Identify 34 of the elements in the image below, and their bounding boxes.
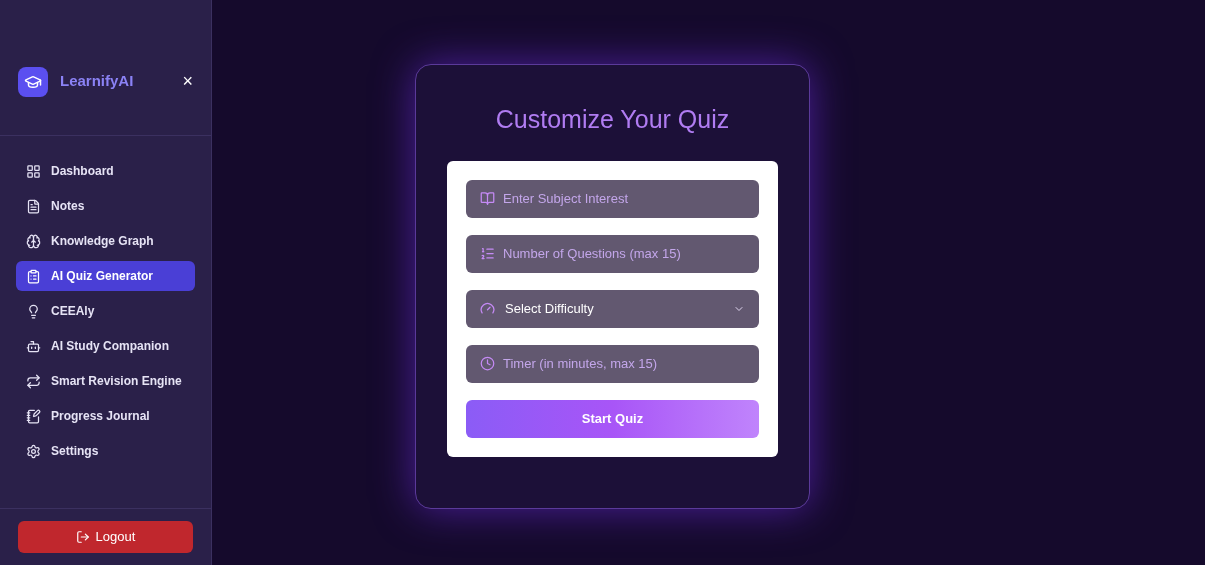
nav-item[interactable]: Progress Journal — [16, 401, 195, 431]
brain-icon — [26, 233, 41, 249]
logout-label: Logout — [95, 528, 136, 547]
settings-icon — [26, 443, 41, 459]
list-icon — [480, 246, 495, 261]
input-field[interactable]: Number of Questions (max 15) — [466, 234, 759, 273]
input-field[interactable]: Timer (in minutes, max 15) — [466, 344, 759, 383]
nav-item[interactable]: AI Quiz Generator — [16, 261, 195, 291]
gauge-icon — [480, 301, 495, 316]
quiz-title: Customize Your Quiz — [495, 104, 730, 135]
robot-icon — [26, 338, 41, 354]
start-quiz-button[interactable]: Start Quiz — [466, 399, 759, 438]
nav-item[interactable]: Knowledge Graph — [16, 226, 195, 256]
close-button[interactable]: × — [182, 68, 193, 95]
lightbulb-icon — [26, 303, 41, 319]
dashboard-icon — [26, 163, 41, 179]
notebook-icon — [26, 408, 41, 424]
nav-item[interactable]: Dashboard — [16, 156, 195, 186]
nav-item[interactable]: AI Study Companion — [16, 331, 195, 361]
logout-icon — [75, 530, 90, 544]
clock-icon — [480, 356, 495, 371]
difficulty-select[interactable]: Select Difficulty — [466, 289, 759, 328]
logout-button[interactable]: Logout — [18, 521, 193, 553]
brand-name: LearnifyAI — [60, 71, 134, 92]
document-icon — [26, 198, 41, 214]
nav-item[interactable]: CEEAly — [16, 296, 195, 326]
repeat-icon — [26, 373, 41, 389]
nav-item[interactable]: Notes — [16, 191, 195, 221]
nav-item[interactable]: Settings — [16, 436, 195, 466]
clipboard-icon — [26, 268, 41, 284]
book-icon — [480, 191, 495, 206]
input-field[interactable]: Enter Subject Interest — [466, 179, 759, 218]
logo-icon — [18, 66, 48, 97]
nav-item[interactable]: Smart Revision Engine — [16, 366, 195, 396]
